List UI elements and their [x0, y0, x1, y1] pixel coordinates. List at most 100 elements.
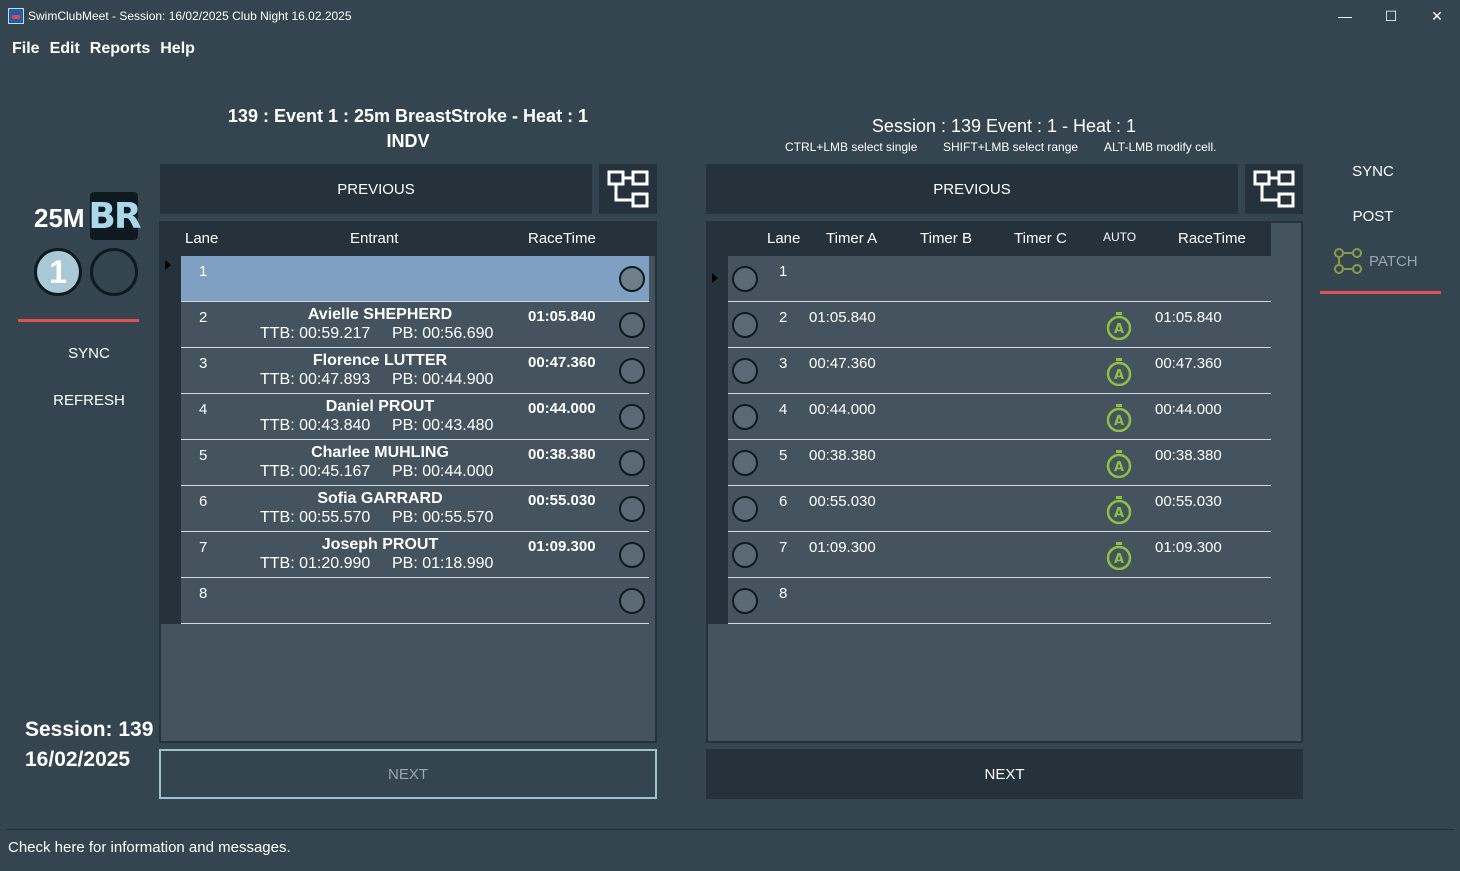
row-header[interactable] — [708, 394, 728, 440]
col-racetime[interactable]: RaceTime — [1178, 230, 1246, 247]
lane-status-circle[interactable] — [732, 266, 758, 292]
col-entrant[interactable]: Entrant — [350, 230, 398, 247]
left-sync-button[interactable]: SYNC — [39, 345, 139, 362]
auto-stopwatch-icon[interactable]: A — [1106, 358, 1132, 386]
lane-status-circle[interactable] — [619, 358, 645, 384]
row-header[interactable] — [708, 578, 728, 624]
entrant-name: Charlee MUHLING — [311, 444, 449, 461]
timer-a-cell[interactable]: 01:05.840 — [809, 309, 876, 326]
row-header[interactable] — [708, 348, 728, 394]
timer-row[interactable]: 5 00:38.380 A 00:38.380 — [708, 440, 1271, 486]
row-header[interactable] — [161, 578, 181, 624]
entrant-row[interactable]: 6 Sofia GARRARD TTB: 00:55.570 PB: 00:55… — [161, 486, 649, 532]
lane-status-circle[interactable] — [619, 312, 645, 338]
right-tree-button[interactable] — [1245, 164, 1303, 214]
lane-status-circle[interactable] — [619, 404, 645, 430]
close-button[interactable]: ✕ — [1414, 0, 1460, 32]
timer-row[interactable]: 8 — [708, 578, 1271, 624]
timer-row[interactable]: 7 01:09.300 A 01:09.300 — [708, 532, 1271, 578]
svg-text:A: A — [1114, 552, 1124, 567]
row-header[interactable] — [161, 348, 181, 394]
lane-status-circle[interactable] — [619, 588, 645, 614]
row-header[interactable] — [708, 256, 728, 302]
col-timer-c[interactable]: Timer C — [1014, 230, 1067, 247]
entrant-row[interactable]: 4 Daniel PROUT TTB: 00:43.840 PB: 00:43.… — [161, 394, 649, 440]
row-header[interactable] — [161, 486, 181, 532]
svg-text:A: A — [1114, 460, 1124, 475]
timer-row[interactable]: 6 00:55.030 A 00:55.030 — [708, 486, 1271, 532]
stroke-badge: BR — [88, 192, 142, 240]
lane-status-circle[interactable] — [619, 542, 645, 568]
entrant-row[interactable]: 5 Charlee MUHLING TTB: 00:45.167 PB: 00:… — [161, 440, 649, 486]
minimize-button[interactable]: — — [1322, 0, 1368, 32]
right-previous-button[interactable]: PREVIOUS — [706, 164, 1238, 214]
status-message[interactable]: Check here for information and messages. — [8, 839, 291, 856]
timer-row[interactable]: 2 01:05.840 A 01:05.840 — [708, 302, 1271, 348]
post-button[interactable]: POST — [1323, 208, 1423, 225]
entrant-row[interactable]: 8 — [161, 578, 649, 624]
timer-a-cell[interactable]: 00:47.360 — [809, 355, 876, 372]
grid-scroll-gutter — [649, 223, 655, 256]
timer-row[interactable]: 1 — [708, 256, 1271, 302]
auto-stopwatch-icon[interactable]: A — [1106, 450, 1132, 478]
row-header[interactable] — [161, 256, 181, 302]
auto-stopwatch-icon[interactable]: A — [1106, 404, 1132, 432]
timer-row[interactable]: 4 00:44.000 A 00:44.000 — [708, 394, 1271, 440]
entrant-name: Daniel PROUT — [325, 398, 435, 415]
col-timer-b[interactable]: Timer B — [920, 230, 972, 247]
menu-file[interactable]: File — [7, 36, 45, 62]
entrants-grid-header: Lane Entrant RaceTime — [161, 223, 649, 256]
menu-reports[interactable]: Reports — [85, 36, 155, 62]
row-header[interactable] — [708, 486, 728, 532]
right-sync-button[interactable]: SYNC — [1323, 163, 1423, 180]
entrant-row[interactable]: 3 Florence LUTTER TTB: 00:47.893 PB: 00:… — [161, 348, 649, 394]
lane-status-circle[interactable] — [732, 496, 758, 522]
entrant-row[interactable]: 2 Avielle SHEPHERD TTB: 00:59.217 PB: 00… — [161, 302, 649, 348]
left-tree-button[interactable] — [599, 164, 657, 214]
row-header[interactable] — [708, 302, 728, 348]
row-header[interactable] — [161, 440, 181, 486]
entrants-grid[interactable]: Lane Entrant RaceTime 1 2 Avielle SHEPHE… — [159, 221, 657, 743]
col-lane[interactable]: Lane — [185, 230, 218, 247]
row-header[interactable] — [161, 532, 181, 578]
timer-a-cell[interactable]: 01:09.300 — [809, 539, 876, 556]
timer-a-cell[interactable]: 00:55.030 — [809, 493, 876, 510]
left-previous-button[interactable]: PREVIOUS — [160, 164, 592, 214]
timers-grid[interactable]: Lane Timer A Timer B Timer C AUTO RaceTi… — [706, 221, 1303, 743]
auto-stopwatch-icon[interactable]: A — [1106, 542, 1132, 570]
lane-status-circle[interactable] — [732, 542, 758, 568]
lane-status-circle[interactable] — [732, 588, 758, 614]
lane-status-circle[interactable] — [732, 450, 758, 476]
entrant-row[interactable]: 7 Joseph PROUT TTB: 01:20.990 PB: 01:18.… — [161, 532, 649, 578]
row-header[interactable] — [708, 532, 728, 578]
col-auto[interactable]: AUTO — [1103, 230, 1136, 244]
current-row-indicator — [712, 273, 718, 283]
row-header[interactable] — [708, 440, 728, 486]
lane-status-circle[interactable] — [732, 358, 758, 384]
maximize-button[interactable]: ☐ — [1368, 0, 1414, 32]
left-next-button[interactable]: NEXT — [159, 749, 657, 799]
auto-stopwatch-icon[interactable]: A — [1106, 312, 1132, 340]
right-next-button[interactable]: NEXT — [706, 749, 1303, 799]
racetime-cell: 00:55.030 — [1155, 493, 1222, 510]
lane-status-circle[interactable] — [619, 496, 645, 522]
entrant-row[interactable]: 1 — [161, 256, 649, 302]
timer-row[interactable]: 3 00:47.360 A 00:47.360 — [708, 348, 1271, 394]
lane-status-circle[interactable] — [619, 450, 645, 476]
col-racetime[interactable]: RaceTime — [528, 230, 596, 247]
racetime-cell: 00:55.030 — [528, 492, 596, 509]
menu-edit[interactable]: Edit — [45, 36, 85, 62]
col-timer-a[interactable]: Timer A — [826, 230, 877, 247]
row-header[interactable] — [161, 394, 181, 440]
lane-status-circle[interactable] — [619, 266, 645, 292]
row-header[interactable] — [161, 302, 181, 348]
col-lane[interactable]: Lane — [767, 230, 800, 247]
lane-status-circle[interactable] — [732, 312, 758, 338]
menu-help[interactable]: Help — [155, 36, 200, 62]
patch-button[interactable]: PATCH — [1333, 247, 1418, 275]
lane-status-circle[interactable] — [732, 404, 758, 430]
refresh-button[interactable]: REFRESH — [39, 392, 139, 409]
auto-stopwatch-icon[interactable]: A — [1106, 496, 1132, 524]
timer-a-cell[interactable]: 00:38.380 — [809, 447, 876, 464]
timer-a-cell[interactable]: 00:44.000 — [809, 401, 876, 418]
